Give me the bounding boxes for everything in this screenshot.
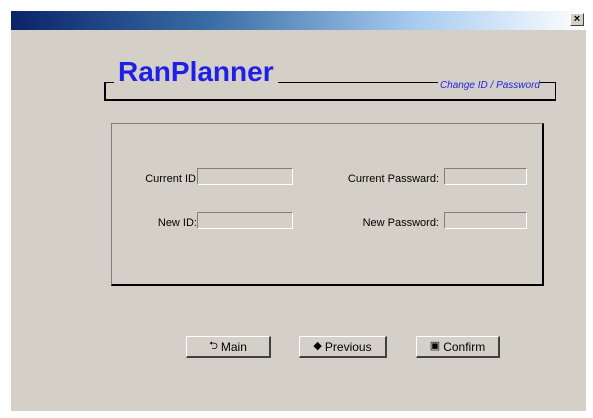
app-title: RanPlanner (114, 57, 278, 87)
main-button[interactable]: ⮌ Main (186, 336, 271, 358)
previous-button[interactable]: ◆ Previous (299, 336, 387, 358)
current-id-label: Current ID: (145, 173, 199, 185)
confirm-button[interactable]: ▣ Confirm (416, 336, 500, 358)
close-button[interactable]: × (570, 13, 584, 26)
title-bar[interactable]: × (11, 11, 586, 30)
current-id-field[interactable] (197, 168, 293, 185)
new-id-label: New ID: (157, 217, 197, 229)
return-arrow-icon: ⮌ (209, 340, 218, 352)
page-subtitle: Change ID / Password (437, 80, 540, 91)
new-password-label: New Password: (362, 217, 439, 229)
current-password-label: Current Passward: (347, 173, 439, 185)
main-button-label: Main (220, 339, 247, 354)
dialog-window: × RanPlanner Change ID / Password Curren… (10, 10, 587, 412)
previous-button-label: Previous (324, 339, 372, 354)
floppy-disk-icon: ▣ (429, 340, 441, 352)
current-password-field[interactable] (444, 168, 527, 185)
confirm-button-label: Confirm (443, 339, 486, 354)
left-arrow-icon: ◆ (313, 340, 322, 352)
credentials-panel (111, 123, 544, 286)
close-icon: × (573, 13, 581, 25)
new-id-field[interactable] (197, 212, 293, 229)
new-password-field[interactable] (444, 212, 527, 229)
